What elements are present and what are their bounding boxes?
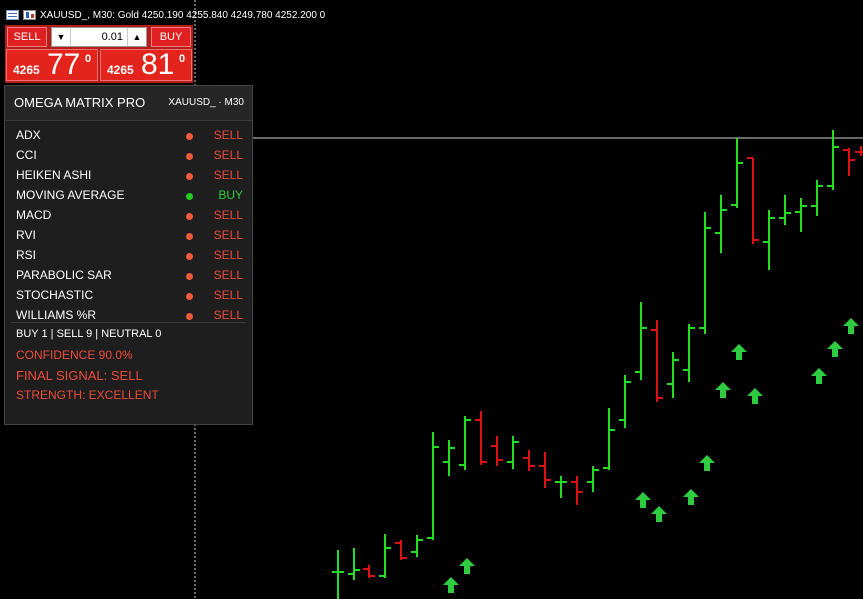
indicator-name: STOCHASTIC	[16, 288, 94, 302]
buy-arrow-icon	[699, 455, 715, 471]
indicator-signal: SELL	[213, 208, 243, 222]
indicator-signal: SELL	[213, 228, 243, 242]
buy-arrow-icon	[747, 388, 763, 404]
buy-arrow-icon	[731, 344, 747, 360]
indicator-signal: SELL	[213, 248, 243, 262]
indicator-row: MOVING AVERAGE BUY	[5, 186, 252, 206]
buy-button[interactable]: BUY	[151, 27, 191, 47]
indicator-signal: SELL	[213, 308, 243, 322]
buy-arrow-icon	[459, 558, 475, 574]
indicator-signal: SELL	[213, 148, 243, 162]
signal-tally: BUY 1 | SELL 9 | NEUTRAL 0	[16, 328, 162, 340]
confidence-text: CONFIDENCE 90.0%	[16, 348, 133, 362]
ask-price-sup: 0	[179, 53, 186, 65]
triangle-down-icon[interactable]: ▼	[52, 32, 70, 42]
bid-price-quote[interactable]: 4265 77 0	[6, 49, 98, 81]
signal-dot-icon	[186, 133, 193, 140]
panel-title: OMEGA MATRIX PRO	[14, 95, 146, 110]
indicator-name: ADX	[16, 128, 41, 142]
signal-dot-icon	[186, 213, 193, 220]
indicator-row: WILLIAMS %R SELL	[5, 306, 252, 326]
indicator-row: MACD SELL	[5, 206, 252, 226]
indicator-signal: SELL	[213, 168, 243, 182]
indicator-name: MOVING AVERAGE	[16, 188, 125, 202]
buy-arrow-icon	[843, 318, 859, 334]
ask-price-quote[interactable]: 4265 81 0	[100, 49, 192, 81]
indicator-row: RSI SELL	[5, 246, 252, 266]
buy-arrow-icon	[715, 382, 731, 398]
bid-price-prefix: 4265	[13, 63, 40, 77]
indicator-signal: SELL	[213, 268, 243, 282]
buy-arrow-icon	[827, 341, 843, 357]
indicator-row: HEIKEN ASHI SELL	[5, 166, 252, 186]
market-watch-icon[interactable]	[6, 10, 19, 20]
ask-price-prefix: 4265	[107, 63, 134, 77]
signal-dot-icon	[186, 153, 193, 160]
symbol-ohlc-line: XAUUSD_, M30: Gold 4250.190 4255.840 424…	[40, 9, 326, 21]
bid-price-big: 77	[47, 48, 81, 81]
buy-arrow-icon	[683, 489, 699, 505]
sell-button[interactable]: SELL	[7, 27, 47, 47]
signal-dot-icon	[186, 173, 193, 180]
one-click-trading-panel: SELL ▼ 0.01 ▲ BUY 4265 77 0 4265 81 0	[5, 25, 193, 83]
lot-size-stepper[interactable]: ▼ 0.01 ▲	[51, 27, 147, 47]
signal-dot-icon	[186, 293, 193, 300]
omega-matrix-panel: OMEGA MATRIX PRO XAUUSD_ · M30 ADX SELL CC…	[4, 85, 253, 425]
indicator-name: RSI	[16, 248, 37, 262]
divider	[11, 322, 246, 323]
panel-header: OMEGA MATRIX PRO XAUUSD_ · M30	[5, 86, 252, 121]
indicator-row: PARABOLIC SAR SELL	[5, 266, 252, 286]
triangle-up-icon[interactable]: ▲	[128, 32, 146, 42]
indicator-name: RVI	[16, 228, 36, 242]
signal-dot-icon	[186, 273, 193, 280]
indicator-name: CCI	[16, 148, 37, 162]
buy-arrow-icon	[811, 368, 827, 384]
indicator-name: HEIKEN ASHI	[16, 168, 92, 182]
indicator-name: WILLIAMS %R	[16, 308, 97, 322]
indicator-row: ADX SELL	[5, 126, 252, 146]
chart-title-bar: XAUUSD_, M30: Gold 4250.190 4255.840 424…	[6, 7, 325, 23]
final-signal-text: FINAL SIGNAL: SELL	[16, 368, 143, 383]
signal-dot-icon	[186, 233, 193, 240]
buy-arrow-icon	[635, 492, 651, 508]
indicator-name: MACD	[16, 208, 52, 222]
bid-price-sup: 0	[85, 53, 92, 65]
chart-type-icon[interactable]	[23, 10, 36, 20]
signal-dot-icon	[186, 193, 193, 200]
ask-price-big: 81	[141, 48, 175, 81]
indicator-row: STOCHASTIC SELL	[5, 286, 252, 306]
indicator-signal: BUY	[218, 188, 243, 202]
indicator-list: ADX SELL CCI SELL HEIKEN ASHI SELL MOVING AVER…	[5, 126, 252, 326]
signal-dot-icon	[186, 253, 193, 260]
indicator-row: RVI SELL	[5, 226, 252, 246]
buy-arrow-icon	[443, 577, 459, 593]
indicator-name: PARABOLIC SAR	[16, 268, 112, 282]
indicator-signal: SELL	[213, 128, 243, 142]
indicator-signal: SELL	[213, 288, 243, 302]
signal-dot-icon	[186, 313, 193, 320]
lot-size-input[interactable]: 0.01	[70, 28, 128, 46]
strength-text: STRENGTH: EXCELLENT	[16, 388, 159, 402]
indicator-row: CCI SELL	[5, 146, 252, 166]
panel-symbol: XAUUSD_ · M30	[168, 97, 244, 108]
buy-arrow-icon	[651, 506, 667, 522]
